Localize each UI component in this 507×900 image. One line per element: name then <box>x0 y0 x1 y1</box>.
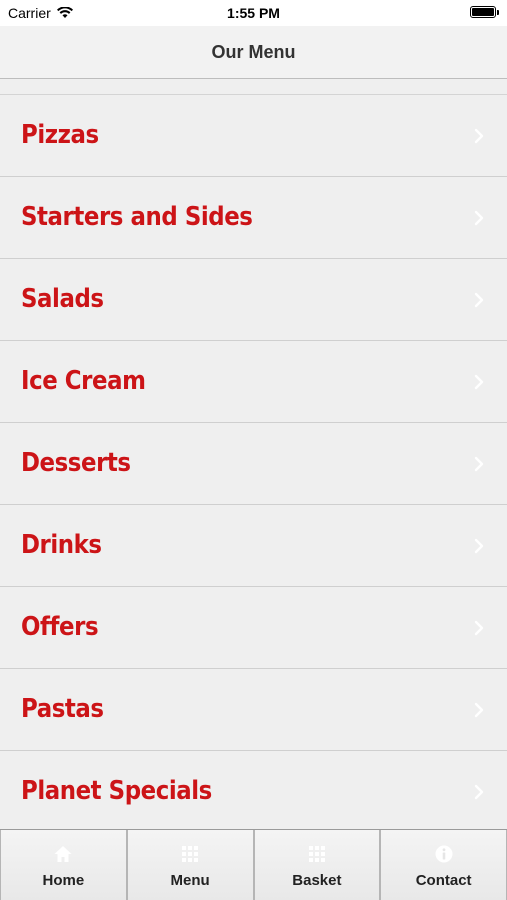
menu-item-label: Desserts <box>21 448 131 478</box>
chevron-right-icon <box>474 210 484 226</box>
status-right <box>470 6 499 18</box>
status-bar: Carrier 1:55 PM <box>0 0 507 26</box>
tab-label: Basket <box>292 872 342 889</box>
app-screen: Carrier 1:55 PM Our Menu Pizzas Starters… <box>0 0 507 900</box>
tab-menu[interactable]: Menu <box>126 830 254 900</box>
menu-item-label: Starters and Sides <box>21 202 253 232</box>
tab-bar: Home Menu Basket Contact <box>0 829 507 900</box>
grid-icon <box>182 846 199 862</box>
chevron-right-icon <box>474 620 484 636</box>
grid-icon <box>308 846 325 862</box>
tab-basket[interactable]: Basket <box>253 830 381 900</box>
chevron-right-icon <box>474 456 484 472</box>
menu-list: Pizzas Starters and Sides Salads Ice Cre… <box>0 94 507 833</box>
menu-item-label: Offers <box>21 612 99 642</box>
battery-icon <box>470 6 496 18</box>
battery-fill <box>472 8 494 16</box>
chevron-right-icon <box>474 374 484 390</box>
menu-item-drinks[interactable]: Drinks <box>0 505 507 587</box>
info-icon <box>435 845 453 863</box>
menu-item-ice-cream[interactable]: Ice Cream <box>0 341 507 423</box>
chevron-right-icon <box>474 784 484 800</box>
status-time: 1:55 PM <box>227 5 280 21</box>
chevron-right-icon <box>474 292 484 308</box>
navigation-bar: Our Menu <box>0 26 507 79</box>
menu-item-offers[interactable]: Offers <box>0 587 507 669</box>
menu-item-starters-and-sides[interactable]: Starters and Sides <box>0 177 507 259</box>
menu-item-pastas[interactable]: Pastas <box>0 669 507 751</box>
menu-item-salads[interactable]: Salads <box>0 259 507 341</box>
tab-contact[interactable]: Contact <box>380 830 507 900</box>
tab-home[interactable]: Home <box>0 830 127 900</box>
tab-label: Contact <box>415 872 472 889</box>
menu-item-planet-specials[interactable]: Planet Specials <box>0 751 507 833</box>
menu-item-label: Pizzas <box>21 120 99 150</box>
chevron-right-icon <box>474 702 484 718</box>
menu-item-label: Salads <box>21 284 104 314</box>
menu-item-label: Ice Cream <box>21 366 146 396</box>
menu-item-label: Pastas <box>21 694 104 724</box>
chevron-right-icon <box>474 128 484 144</box>
menu-item-desserts[interactable]: Desserts <box>0 423 507 505</box>
battery-tip <box>497 9 499 15</box>
menu-item-label: Planet Specials <box>21 776 212 806</box>
home-icon <box>54 846 72 862</box>
page-title: Our Menu <box>211 42 296 62</box>
tab-label: Menu <box>170 872 210 889</box>
tab-label: Home <box>42 872 85 889</box>
menu-item-label: Drinks <box>21 530 102 560</box>
menu-item-pizzas[interactable]: Pizzas <box>0 95 507 177</box>
chevron-right-icon <box>474 538 484 554</box>
